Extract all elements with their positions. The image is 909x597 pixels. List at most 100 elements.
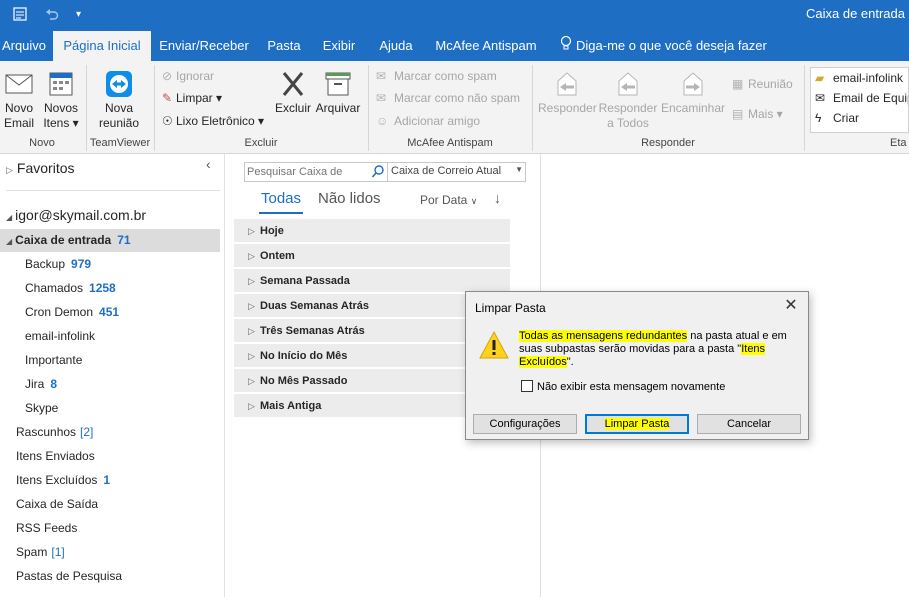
reply-icon (538, 69, 596, 101)
folder-jira[interactable]: Jira 8 (25, 377, 57, 391)
tab-pasta[interactable]: Pasta (262, 31, 306, 61)
tab-ajuda[interactable]: Ajuda (372, 31, 420, 61)
chevron-down-icon: ∨ (470, 196, 478, 206)
tab-arquivo[interactable]: Arquivo (0, 31, 48, 61)
mark-spam-button[interactable]: ✉ Marcar como spam (376, 68, 497, 84)
group-etapas-label: Eta (890, 137, 907, 149)
filter-all-underline (259, 212, 303, 214)
checkbox-box[interactable] (521, 380, 533, 392)
quick-step-criar[interactable]: ϟ Criar (815, 110, 859, 126)
group-novo-label: Novo (29, 137, 55, 149)
expand-arrow-icon: ▷ (248, 351, 255, 361)
search-input[interactable] (247, 164, 351, 180)
tab-mcafee[interactable]: McAfee Antispam (432, 31, 540, 61)
tab-enviar-receber[interactable]: Enviar/Receber (158, 31, 250, 61)
send-receive-icon[interactable] (12, 6, 28, 24)
sort-direction-icon[interactable]: ↓ (494, 190, 501, 206)
folder-spam[interactable]: Spam [1] (16, 545, 65, 559)
new-meeting-button[interactable]: Nova reunião (94, 69, 144, 131)
tab-exibir[interactable]: Exibir (318, 31, 360, 61)
lightning-icon: ϟ (815, 111, 822, 125)
reply-button[interactable]: Responder (538, 69, 597, 116)
more-icon: ▤ (732, 107, 744, 121)
expand-arrow-icon: ▷ (6, 165, 13, 175)
account-header[interactable]: ◢ igor@skymail.com.br (6, 207, 146, 223)
clean-up-folder-button[interactable]: Limpar Pasta (585, 414, 689, 434)
add-friend-icon: ☺ (376, 114, 389, 128)
more-reply-button[interactable]: ▤ Mais ▾ (732, 106, 783, 122)
group-header[interactable]: ▷ Hoje (234, 218, 510, 242)
sort-dropdown[interactable]: Por Data ∨ (420, 193, 477, 207)
mark-not-spam-button[interactable]: ✉ Marcar como não spam (376, 90, 520, 106)
ribbon: Novo Email Novos Itens ▾ Novo Nova reuni… (0, 61, 909, 154)
folder-importante[interactable]: Importante (25, 353, 82, 367)
quick-step-email-infolink[interactable]: ▰ email-infolink (815, 70, 903, 86)
folder-caixa-de-saida[interactable]: Caixa de Saída (16, 497, 98, 511)
outlook-window: ▾ Caixa de entrada Arquivo Página Inicia… (0, 0, 909, 597)
add-friend-button[interactable]: ☺ Adicionar amigo (376, 113, 480, 129)
folder-skype[interactable]: Skype (25, 401, 58, 415)
junk-button[interactable]: ☉ Lixo Eletrônico ▾ (162, 113, 264, 129)
expand-arrow-icon: ▷ (248, 376, 255, 386)
archive-icon (314, 69, 362, 101)
expand-arrow-icon: ▷ (248, 251, 255, 261)
lightbulb-icon (560, 32, 572, 62)
group-responder-label: Responder (641, 137, 695, 149)
close-icon[interactable]: ✕ (780, 295, 802, 317)
dont-show-again-checkbox[interactable]: Não exibir esta mensagem novamente (521, 380, 725, 393)
settings-button[interactable]: Configurações (473, 414, 577, 434)
window-title: Caixa de entrada (805, 6, 905, 21)
folder-rss-feeds[interactable]: RSS Feeds (16, 521, 77, 535)
ignore-button[interactable]: ⊘ Ignorar (162, 68, 214, 84)
forward-button[interactable]: Encaminhar (660, 69, 726, 116)
customize-toolbar-icon[interactable]: ▾ (76, 6, 81, 24)
search-scope-dropdown[interactable]: Caixa de Correio Atual ▼ (391, 165, 525, 177)
quick-step-email-equipe[interactable]: ✉ Email de Equip (815, 90, 908, 106)
folder-backup[interactable]: Backup 979 (25, 257, 91, 271)
delete-icon (274, 69, 312, 101)
new-items-icon (42, 69, 80, 101)
folder-caixa-de-entrada[interactable]: ◢ Caixa de entrada 71 (6, 233, 131, 247)
expand-arrow-icon: ▷ (248, 226, 255, 236)
folder-chamados[interactable]: Chamados 1258 (25, 281, 116, 295)
clean-up-button[interactable]: ✎ Limpar ▾ (162, 90, 222, 106)
folder-pane: ▷ Favoritos ‹ ◢ igor@skymail.com.br ◢ Caixa… (0, 154, 225, 597)
divider (804, 65, 805, 151)
new-email-button[interactable]: Novo Email (2, 69, 36, 131)
tell-me-box[interactable]: Diga-me o que você deseja fazer (560, 31, 767, 61)
new-items-button[interactable]: Novos Itens ▾ (42, 69, 80, 131)
group-header[interactable]: ▷ Ontem (234, 243, 510, 267)
folder-email-infolink[interactable]: email-infolink (25, 329, 95, 343)
delete-button[interactable]: Excluir (274, 69, 312, 116)
spam-icon: ✉ (376, 69, 387, 83)
favorites-header[interactable]: ▷ Favoritos (6, 160, 75, 176)
expand-arrow-icon: ▷ (248, 401, 255, 411)
meeting-reply-button[interactable]: ▦ Reunião (732, 76, 793, 92)
group-teamviewer-label: TeamViewer (89, 137, 151, 149)
email-icon: ✉ (815, 91, 826, 105)
folder-cron-demon[interactable]: Cron Demon 451 (25, 305, 119, 319)
folder-itens-enviados[interactable]: Itens Enviados (16, 449, 95, 463)
search-icon[interactable] (371, 164, 385, 180)
filter-all[interactable]: Todas (261, 190, 301, 207)
tab-pagina-inicial[interactable]: Página Inicial (53, 31, 151, 61)
expand-arrow-icon: ▷ (248, 276, 255, 286)
reply-all-icon (598, 69, 658, 101)
teamviewer-icon (94, 69, 144, 101)
menu-bar: Arquivo Página Inicial Enviar/Receber Pa… (0, 31, 909, 61)
group-mcafee-label: McAfee Antispam (407, 137, 493, 149)
archive-button[interactable]: Arquivar (314, 69, 362, 116)
group-header[interactable]: ▷ Semana Passada (234, 268, 510, 292)
cancel-button[interactable]: Cancelar (697, 414, 801, 434)
not-spam-icon: ✉ (376, 91, 387, 105)
filter-unread[interactable]: Não lidos (318, 190, 381, 207)
folder-pastas-de-pesquisa[interactable]: Pastas de Pesquisa (16, 569, 122, 583)
folder-rascunhos[interactable]: Rascunhos [2] (16, 425, 93, 439)
divider (387, 163, 388, 181)
folder-itens-excluidos[interactable]: Itens Excluídos 1 (16, 473, 110, 487)
collapse-arrow-icon: ◢ (6, 237, 13, 246)
new-email-icon (2, 69, 36, 101)
collapse-pane-icon[interactable]: ‹ (206, 156, 211, 172)
undo-icon[interactable] (44, 6, 60, 24)
reply-all-button[interactable]: Responder a Todos (598, 69, 658, 131)
